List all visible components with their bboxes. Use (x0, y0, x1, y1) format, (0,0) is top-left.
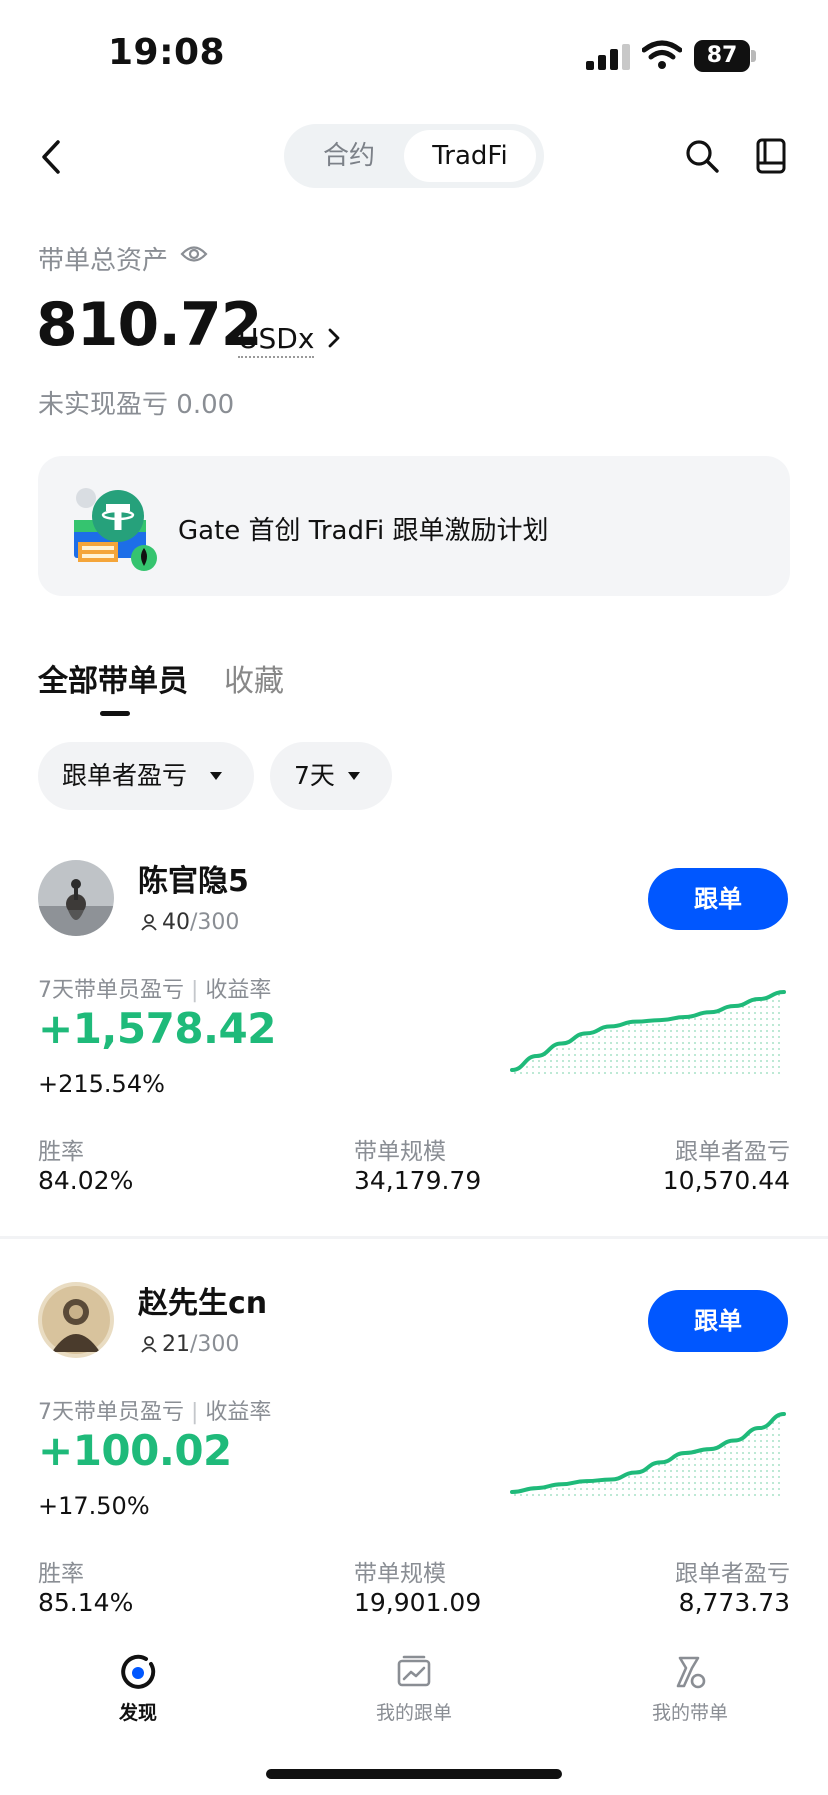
win-rate-value: 84.02% (38, 1166, 134, 1195)
nav-discover[interactable]: 发现 (68, 1652, 208, 1725)
aum-label: 带单规模 (354, 1139, 446, 1165)
follow-button[interactable]: 跟单 (648, 1290, 788, 1352)
nav-my-lead-trades[interactable]: 我的带单 (620, 1652, 760, 1725)
status-time: 19:08 (108, 32, 226, 73)
battery-indicator: 87 (694, 40, 756, 72)
back-icon[interactable] (36, 138, 66, 176)
pnl-metric-label: 7天带单员盈亏 | 收益率 (38, 978, 272, 1003)
nav-my-copy-label: 我的跟单 (375, 1702, 452, 1724)
nav-discover-label: 发现 (118, 1702, 157, 1724)
trader-name[interactable]: 赵先生cn (138, 1278, 267, 1322)
follower-current: 40 (162, 910, 190, 935)
nav-my-lead-label: 我的带单 (651, 1702, 728, 1724)
win-rate-label: 胜率 (38, 1139, 84, 1165)
pnl-sparkline (510, 1412, 786, 1498)
follower-pnl-value: 8,773.73 (678, 1588, 790, 1617)
sort-filter-label: 跟单者盈亏 (62, 761, 188, 790)
caret-down-icon (348, 772, 360, 780)
eye-icon[interactable] (180, 243, 208, 265)
discover-icon (121, 1654, 156, 1689)
total-assets-value: 810.72 (36, 290, 263, 360)
trader-pnl: +100.02 (38, 1426, 232, 1475)
my-lead-icon (676, 1656, 706, 1689)
assets-unit[interactable]: USDx (238, 322, 315, 358)
follow-button[interactable]: 跟单 (648, 868, 788, 930)
follower-pnl-value: 10,570.44 (662, 1166, 790, 1195)
search-icon[interactable] (684, 138, 720, 174)
card-divider (0, 1236, 828, 1239)
follower-capacity: /300 (190, 1332, 240, 1357)
aum-value: 34,179.79 (354, 1166, 482, 1195)
trader-pnl: +1,578.42 (38, 1004, 276, 1053)
trader-name[interactable]: 陈官隐5 (138, 856, 249, 900)
segment-tradfi[interactable]: TradFi (404, 130, 536, 182)
follower-count: 40/300 (140, 910, 239, 935)
period-filter-dropdown[interactable]: 7天 (270, 742, 392, 810)
my-copy-icon (397, 1655, 431, 1687)
tab-favorites[interactable]: 收藏 (224, 656, 284, 700)
pnl-metric-label: 7天带单员盈亏 | 收益率 (38, 1400, 272, 1425)
chevron-right-icon[interactable] (326, 326, 342, 350)
user-icon (141, 914, 157, 931)
active-tab-indicator (100, 711, 130, 716)
win-rate-value: 85.14% (38, 1588, 134, 1617)
period-filter-label: 7天 (294, 761, 335, 790)
trader-roi: +17.50% (38, 1492, 150, 1520)
tether-promo-icon (74, 488, 157, 571)
segment-contracts[interactable]: 合约 (294, 130, 404, 182)
win-rate-label: 胜率 (38, 1561, 84, 1587)
unrealized-pnl-label: 未实现盈亏 (38, 390, 169, 420)
cellular-signal-icon (586, 44, 630, 70)
sort-filter-dropdown[interactable]: 跟单者盈亏 (38, 742, 254, 810)
follower-current: 21 (162, 1332, 190, 1357)
aum-value: 19,901.09 (354, 1588, 482, 1617)
market-segment-control[interactable]: 合约 TradFi (284, 124, 544, 188)
promo-banner-text[interactable]: Gate 首创 TradFi 跟单激励计划 (178, 510, 549, 547)
unrealized-pnl-value: 0.00 (176, 390, 235, 420)
follower-pnl-label: 跟单者盈亏 (675, 1561, 790, 1587)
nav-my-copy-trades[interactable]: 我的跟单 (344, 1652, 484, 1725)
home-indicator (266, 1769, 562, 1779)
caret-down-icon (210, 772, 222, 780)
total-assets-label: 带单总资产 (38, 246, 169, 276)
wifi-icon (642, 40, 682, 69)
battery-level: 87 (694, 40, 750, 72)
trader-roi: +215.54% (38, 1070, 165, 1098)
pnl-sparkline (510, 990, 786, 1076)
follower-capacity: /300 (190, 910, 240, 935)
tab-all-traders[interactable]: 全部带单员 (38, 656, 188, 700)
trader-avatar[interactable] (38, 1282, 114, 1358)
user-icon (141, 1336, 157, 1353)
trader-avatar[interactable] (38, 860, 114, 936)
unrealized-pnl: 未实现盈亏 0.00 (38, 384, 234, 421)
aum-label: 带单规模 (354, 1561, 446, 1587)
follower-count: 21/300 (140, 1332, 239, 1357)
guide-book-icon[interactable] (756, 138, 786, 174)
follower-pnl-label: 跟单者盈亏 (675, 1139, 790, 1165)
